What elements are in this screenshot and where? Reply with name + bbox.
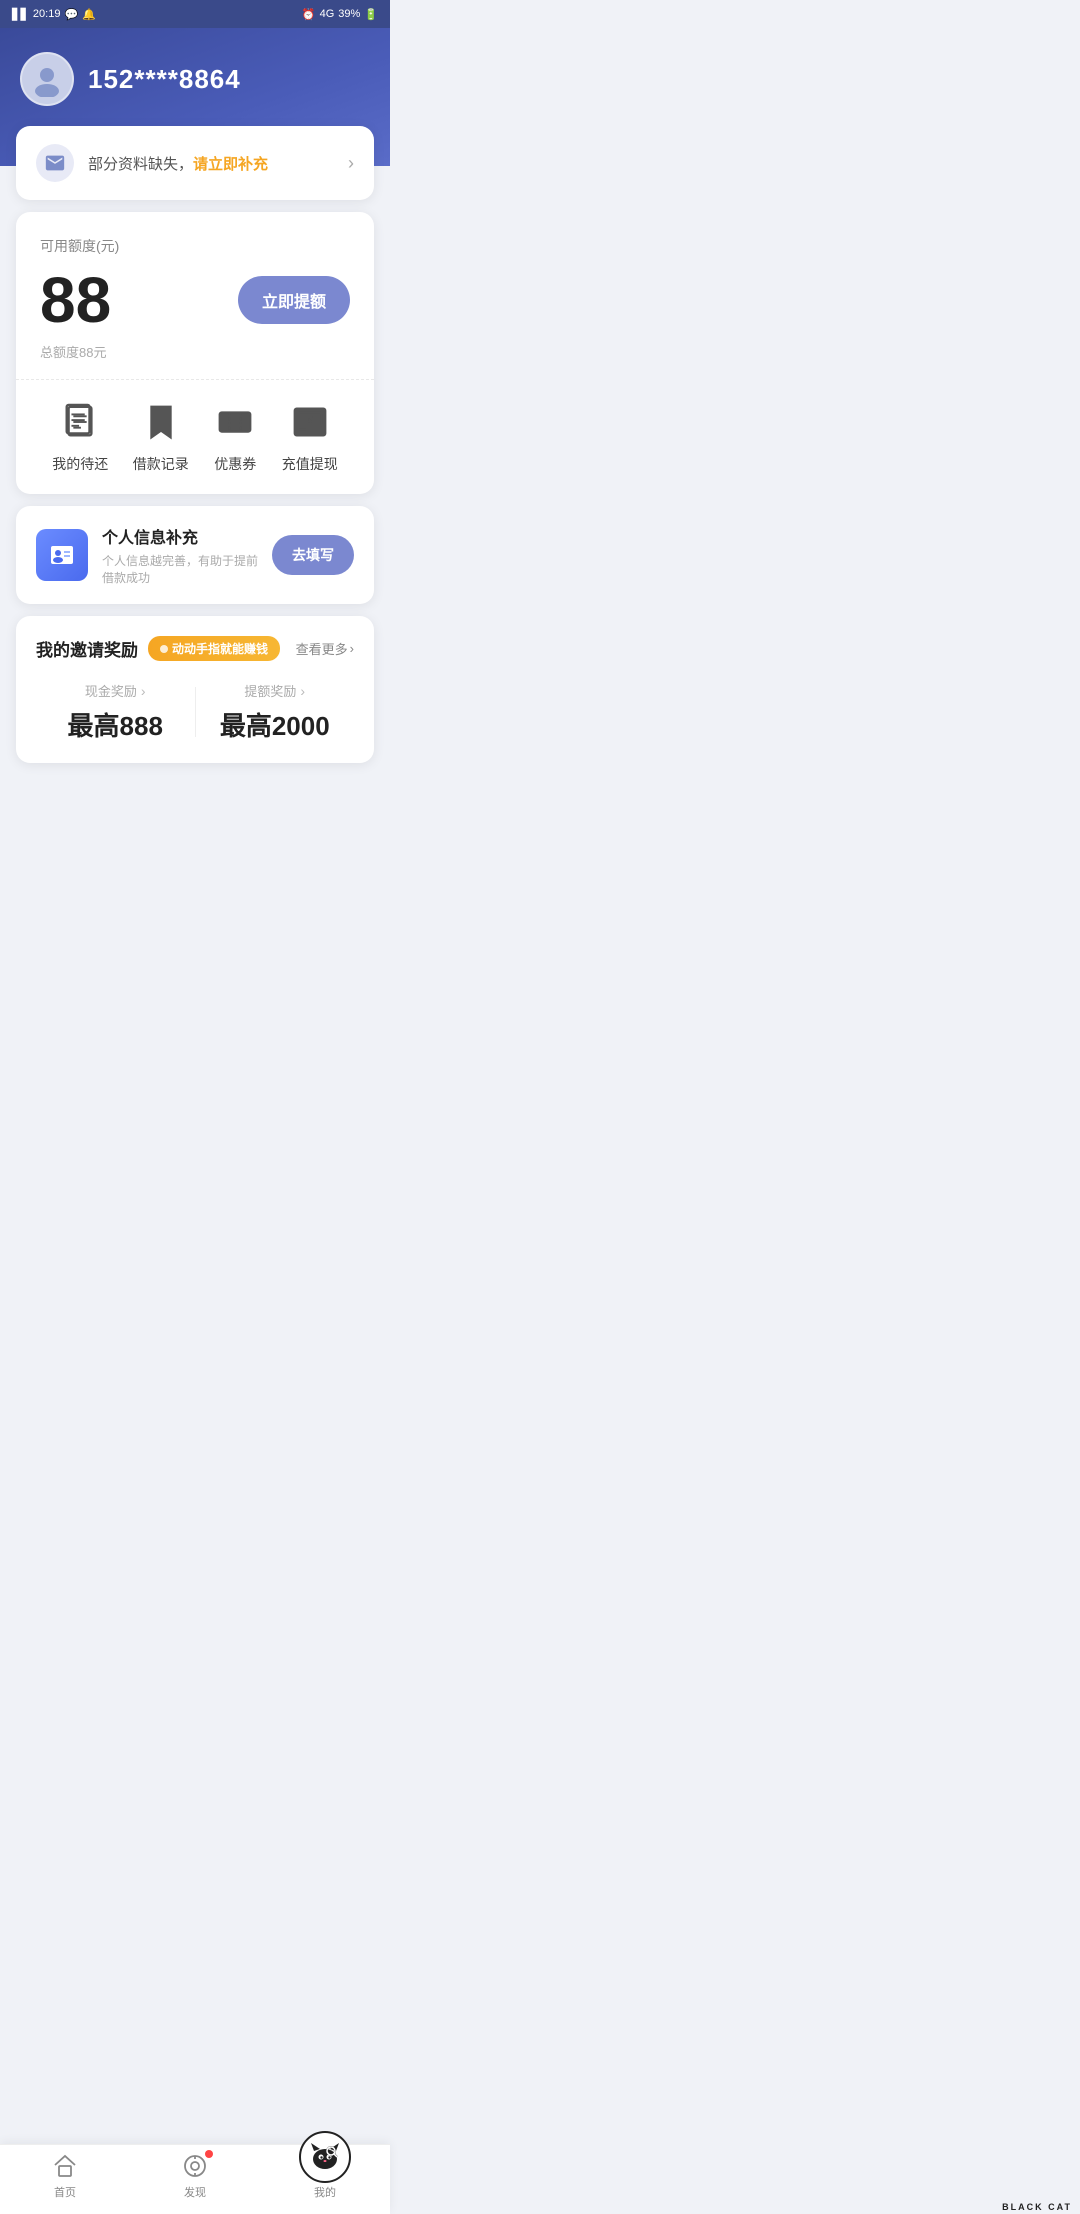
notification-dot	[205, 2150, 213, 2158]
battery-icon: 🔋	[364, 8, 378, 21]
main-content: ▋▋ 20:19 💬 🔔 ⏰ 4G 39% 🔋 152****8864	[0, 0, 390, 855]
quick-item-pending[interactable]: 我的待还	[52, 400, 108, 474]
nav-item-home[interactable]: 首页	[51, 2152, 79, 2200]
info-missing-card[interactable]: 部分资料缺失，请立即补充 ›	[16, 126, 374, 200]
bookmark-icon	[139, 400, 183, 444]
cash-chevron-icon: ›	[141, 683, 146, 699]
info-missing-icon-wrap	[36, 144, 74, 182]
credit-reward-item[interactable]: 提额奖励 › 最高2000	[196, 681, 355, 743]
nav-label-mine: 我的	[314, 2184, 336, 2200]
document-icon	[58, 400, 102, 444]
credit-reward-label: 提额奖励 ›	[244, 681, 305, 700]
time: 20:19	[33, 8, 61, 20]
credit-chevron-icon: ›	[300, 683, 305, 699]
alarm-icon: ⏰	[302, 8, 316, 21]
battery-percent: 39%	[338, 8, 360, 20]
chevron-right-icon: ›	[348, 153, 354, 174]
personal-icon-wrap	[36, 529, 88, 581]
nav-label-home: 首页	[54, 2184, 76, 2200]
invite-rewards: 现金奖励 › 最高888 提额奖励 › 最高2000	[36, 681, 354, 743]
atm-icon: ¥	[288, 400, 332, 444]
personal-subtitle: 个人信息越完善，有助于提前借款成功	[102, 552, 258, 586]
quick-item-coupons[interactable]: 优惠券	[213, 400, 257, 474]
quick-label-coupons: 优惠券	[214, 454, 256, 474]
svg-text:¥: ¥	[307, 415, 313, 426]
notification-icon: 🔔	[82, 8, 96, 21]
invite-card: 我的邀请奖励 动动手指就能赚钱 查看更多 › 现金奖励 › 最高888	[16, 616, 374, 763]
cash-reward-item[interactable]: 现金奖励 › 最高888	[36, 681, 195, 743]
cash-reward-label: 现金奖励 ›	[85, 681, 146, 700]
personal-title: 个人信息补充	[102, 524, 258, 548]
personal-info-card: 个人信息补充 个人信息越完善，有助于提前借款成功 去填写	[16, 506, 374, 604]
credit-amount: 88	[40, 268, 111, 332]
signal-icon: ▋▋	[12, 8, 29, 21]
fill-button[interactable]: 去填写	[272, 535, 354, 575]
cash-reward-value: 最高888	[68, 706, 163, 743]
ticket-icon	[213, 400, 257, 444]
quick-menu: 我的待还 借款记录	[40, 380, 350, 494]
invite-title: 我的邀请奖励	[36, 636, 138, 661]
credit-total: 总额度88元	[40, 342, 350, 361]
phone-number: 152****8864	[88, 64, 241, 95]
credit-label: 可用额度(元)	[40, 236, 350, 256]
profile-row: 152****8864	[20, 52, 370, 106]
quick-item-recharge[interactable]: ¥ 充值提现	[282, 400, 338, 474]
status-bar: ▋▋ 20:19 💬 🔔 ⏰ 4G 39% 🔋	[0, 0, 390, 28]
home-icon	[51, 2152, 79, 2180]
invite-badge: 动动手指就能赚钱	[148, 636, 280, 661]
discover-icon	[181, 2152, 209, 2180]
quick-label-records: 借款记录	[133, 454, 189, 474]
credit-reward-value: 最高2000	[220, 706, 330, 743]
status-bar-left: ▋▋ 20:19 💬 🔔	[12, 8, 96, 21]
nav-item-discover[interactable]: 发现	[181, 2152, 209, 2200]
credit-row: 88 立即提额	[40, 268, 350, 332]
black-cat-watermark: BLACK CAT	[1002, 2202, 1072, 2212]
nav-item-mine[interactable]: 我的	[311, 2152, 339, 2200]
bottom-nav: 首页 发现	[0, 2144, 390, 2214]
quick-label-pending: 我的待还	[52, 454, 108, 474]
personal-text: 个人信息补充 个人信息越完善，有助于提前借款成功	[102, 524, 258, 586]
credit-card: 可用额度(元) 88 立即提额 总额度88元	[16, 212, 374, 494]
nav-label-discover: 发现	[184, 2184, 206, 2200]
badge-dot	[160, 645, 168, 653]
quick-item-records[interactable]: 借款记录	[133, 400, 189, 474]
network-icon: 4G	[320, 8, 335, 20]
wechat-icon: 💬	[64, 8, 78, 21]
mine-icon	[311, 2152, 339, 2180]
status-bar-right: ⏰ 4G 39% 🔋	[302, 8, 378, 21]
invite-header: 我的邀请奖励 动动手指就能赚钱 查看更多 ›	[36, 636, 354, 661]
info-missing-text: 部分资料缺失，请立即补充	[88, 153, 334, 174]
quick-label-recharge: 充值提现	[282, 454, 338, 474]
view-more-link[interactable]: 查看更多 ›	[296, 639, 354, 658]
cards-container: 部分资料缺失，请立即补充 › 可用额度(元) 88 立即提额 总额度88元	[0, 126, 390, 763]
avatar[interactable]	[20, 52, 74, 106]
info-missing-link[interactable]: 请立即补充	[193, 156, 268, 173]
withdraw-button[interactable]: 立即提额	[238, 276, 350, 324]
